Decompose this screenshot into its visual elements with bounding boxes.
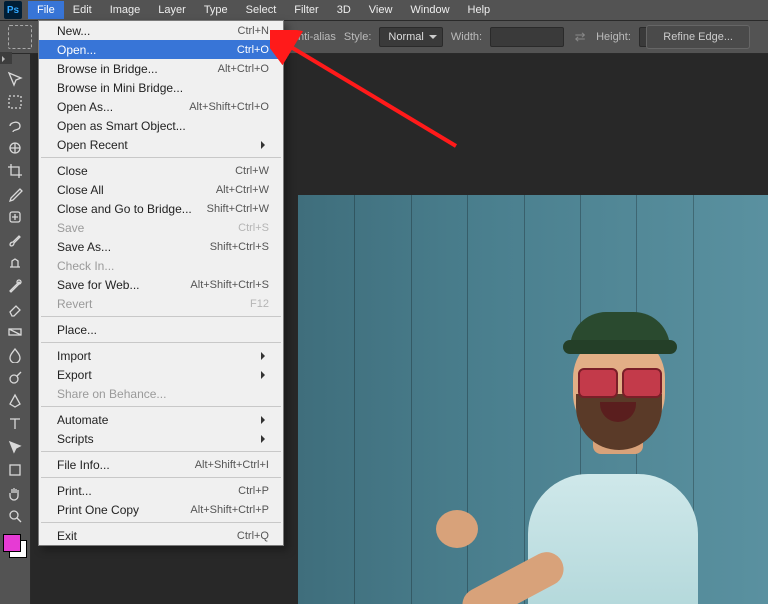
- eraser-tool[interactable]: [3, 298, 27, 320]
- menu-item-print-one-copy[interactable]: Print One CopyAlt+Shift+Ctrl+P: [39, 500, 283, 519]
- menu-item-place[interactable]: Place...: [39, 320, 283, 339]
- menu-item-revert: RevertF12: [39, 294, 283, 313]
- width-label: Width:: [451, 31, 482, 43]
- foreground-color-swatch[interactable]: [3, 534, 21, 552]
- menu-item-export[interactable]: Export: [39, 365, 283, 384]
- lasso-tool[interactable]: [3, 114, 27, 136]
- type-tool[interactable]: [3, 413, 27, 435]
- menu-window[interactable]: Window: [401, 1, 458, 19]
- hand-tool[interactable]: [3, 482, 27, 504]
- tools-expand-icon[interactable]: [0, 52, 12, 64]
- menu-separator: [41, 451, 281, 452]
- document-image: [298, 195, 768, 604]
- menu-item-save-for-web[interactable]: Save for Web...Alt+Shift+Ctrl+S: [39, 275, 283, 294]
- file-menu-dropdown: New...Ctrl+NOpen...Ctrl+OBrowse in Bridg…: [38, 20, 284, 546]
- eyedropper-tool[interactable]: [3, 183, 27, 205]
- gradient-tool[interactable]: [3, 321, 27, 343]
- tools-panel: [0, 64, 31, 604]
- menu-item-open[interactable]: Open...Ctrl+O: [39, 40, 283, 59]
- menu-separator: [41, 316, 281, 317]
- menu-item-share-on-behance: Share on Behance...: [39, 384, 283, 403]
- menu-item-browse-in-bridge[interactable]: Browse in Bridge...Alt+Ctrl+O: [39, 59, 283, 78]
- menu-help[interactable]: Help: [459, 1, 500, 19]
- menu-3d[interactable]: 3D: [328, 1, 360, 19]
- marquee-tool[interactable]: [3, 91, 27, 113]
- crop-tool[interactable]: [3, 160, 27, 182]
- menu-item-check-in: Check In...: [39, 256, 283, 275]
- menu-separator: [41, 477, 281, 478]
- zoom-tool[interactable]: [3, 505, 27, 527]
- menu-item-open-as-smart-object[interactable]: Open as Smart Object...: [39, 116, 283, 135]
- menu-item-import[interactable]: Import: [39, 346, 283, 365]
- menu-select[interactable]: Select: [237, 1, 286, 19]
- tool-preset-icon[interactable]: [8, 25, 32, 49]
- menu-separator: [41, 522, 281, 523]
- menu-item-automate[interactable]: Automate: [39, 410, 283, 429]
- menu-item-save-as[interactable]: Save As...Shift+Ctrl+S: [39, 237, 283, 256]
- menu-item-close[interactable]: CloseCtrl+W: [39, 161, 283, 180]
- menu-item-file-info[interactable]: File Info...Alt+Shift+Ctrl+I: [39, 455, 283, 474]
- refine-edge-button[interactable]: Refine Edge...: [646, 25, 750, 49]
- clone-stamp-tool[interactable]: [3, 252, 27, 274]
- dodge-tool[interactable]: [3, 367, 27, 389]
- menu-bar: Ps FileEditImageLayerTypeSelectFilter3DV…: [0, 0, 768, 21]
- anti-alias-label: nti-alias: [298, 31, 336, 43]
- path-select-tool[interactable]: [3, 436, 27, 458]
- style-select[interactable]: Normal: [379, 27, 442, 47]
- quick-select-tool[interactable]: [3, 137, 27, 159]
- menu-edit[interactable]: Edit: [64, 1, 101, 19]
- pen-tool[interactable]: [3, 390, 27, 412]
- menu-item-browse-in-mini-bridge[interactable]: Browse in Mini Bridge...: [39, 78, 283, 97]
- style-label: Style:: [344, 31, 372, 43]
- menu-type[interactable]: Type: [195, 1, 237, 19]
- blur-tool[interactable]: [3, 344, 27, 366]
- color-swatches[interactable]: [3, 534, 27, 558]
- app-logo: Ps: [4, 1, 22, 19]
- brush-tool[interactable]: [3, 229, 27, 251]
- width-input[interactable]: [490, 27, 564, 47]
- move-tool[interactable]: [3, 68, 27, 90]
- shape-tool[interactable]: [3, 459, 27, 481]
- swap-dimensions-icon[interactable]: ⇄: [572, 29, 588, 45]
- menu-filter[interactable]: Filter: [285, 1, 327, 19]
- menu-layer[interactable]: Layer: [149, 1, 195, 19]
- history-brush-tool[interactable]: [3, 275, 27, 297]
- menu-item-exit[interactable]: ExitCtrl+Q: [39, 526, 283, 545]
- menu-item-close-all[interactable]: Close AllAlt+Ctrl+W: [39, 180, 283, 199]
- menu-view[interactable]: View: [360, 1, 402, 19]
- menu-item-open-as[interactable]: Open As...Alt+Shift+Ctrl+O: [39, 97, 283, 116]
- height-label: Height:: [596, 31, 631, 43]
- healing-brush-tool[interactable]: [3, 206, 27, 228]
- menu-item-save: SaveCtrl+S: [39, 218, 283, 237]
- menu-separator: [41, 342, 281, 343]
- menu-item-new[interactable]: New...Ctrl+N: [39, 21, 283, 40]
- menu-image[interactable]: Image: [101, 1, 150, 19]
- menu-separator: [41, 406, 281, 407]
- menu-file[interactable]: File: [28, 1, 64, 19]
- menu-item-close-and-go-to-bridge[interactable]: Close and Go to Bridge...Shift+Ctrl+W: [39, 199, 283, 218]
- menu-item-scripts[interactable]: Scripts: [39, 429, 283, 448]
- menu-item-print[interactable]: Print...Ctrl+P: [39, 481, 283, 500]
- menu-item-open-recent[interactable]: Open Recent: [39, 135, 283, 154]
- menu-separator: [41, 157, 281, 158]
